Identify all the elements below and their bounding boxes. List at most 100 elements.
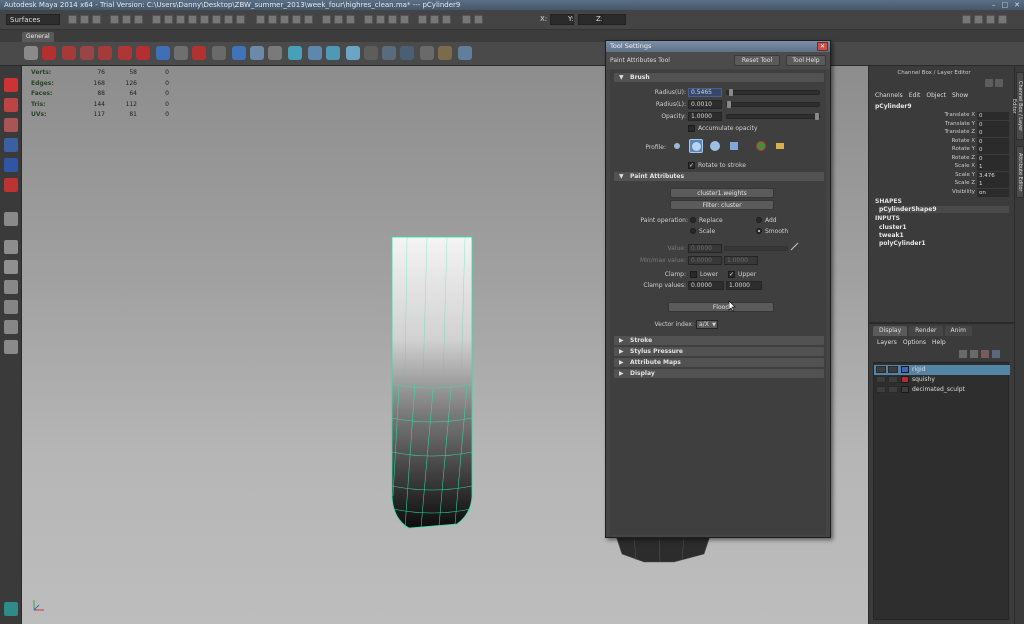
attr-value[interactable]: 0 xyxy=(977,129,1009,137)
rotate-to-stroke-checkbox[interactable]: ✓ xyxy=(688,162,695,169)
radius-l-field[interactable]: 0.0010 xyxy=(688,100,722,109)
shelf-tool-icon[interactable] xyxy=(268,46,282,60)
snap-point-icon[interactable] xyxy=(280,15,289,24)
close-icon[interactable]: ✕ xyxy=(1014,0,1020,10)
attr-value[interactable]: 0 xyxy=(977,146,1009,154)
pick-dynamics-icon[interactable] xyxy=(212,15,221,24)
playback-toggle[interactable] xyxy=(888,386,898,393)
channel-box-toggle-icon[interactable] xyxy=(985,79,993,87)
layout-two-icon[interactable] xyxy=(4,280,18,294)
brush-section-header[interactable]: ▼ Brush xyxy=(614,73,824,82)
smooth-radio[interactable] xyxy=(756,228,762,234)
shelf-tool-icon[interactable] xyxy=(438,46,452,60)
cylinder-mesh[interactable] xyxy=(387,234,477,534)
shelf-tool-icon[interactable] xyxy=(364,46,378,60)
tab-display[interactable]: Display xyxy=(873,326,908,336)
tool-settings-close-button[interactable]: ✕ xyxy=(817,42,828,51)
profile-soft-icon[interactable] xyxy=(689,139,703,153)
attr-value[interactable]: 1 xyxy=(977,163,1009,171)
snap-grid-icon[interactable] xyxy=(256,15,265,24)
menu-set-dropdown[interactable]: Surfaces xyxy=(6,14,60,25)
clamp-max-field[interactable]: 1.0000 xyxy=(726,281,762,290)
lasso-tool-icon[interactable] xyxy=(4,98,18,112)
pick-joint-icon[interactable] xyxy=(164,15,173,24)
attr-value[interactable]: 0 xyxy=(977,154,1009,163)
shelf-tool-icon[interactable] xyxy=(420,46,434,60)
attr-row[interactable]: Rotate X0 xyxy=(869,137,1009,147)
shelf-tool-icon[interactable] xyxy=(98,46,112,60)
layer-color-swatch[interactable] xyxy=(901,376,909,383)
profile-image-icon[interactable] xyxy=(754,139,768,153)
browse-folder-icon[interactable] xyxy=(773,139,787,153)
shelf-help-icon[interactable] xyxy=(42,46,56,60)
slider-thumb[interactable] xyxy=(727,101,731,108)
render-frame-icon[interactable] xyxy=(376,15,385,24)
rotate-tool-icon[interactable] xyxy=(4,158,18,172)
ipr-render-icon[interactable] xyxy=(388,15,397,24)
shelf-tab-general[interactable]: General xyxy=(22,32,54,42)
attribute-editor-side-tab[interactable]: Attribute Editor xyxy=(1016,146,1024,198)
attr-row[interactable]: Translate Y0 xyxy=(869,120,1009,130)
shelf-tool-icon[interactable] xyxy=(192,46,206,60)
stylus-pressure-section-header[interactable]: ▶ Stylus Pressure xyxy=(614,347,824,356)
shelf-tool-icon[interactable] xyxy=(250,46,264,60)
show-channel-box-icon[interactable] xyxy=(998,15,1007,24)
input-node[interactable]: cluster1 xyxy=(879,224,907,231)
replace-radio[interactable] xyxy=(690,217,696,223)
channel-box-layout-icon[interactable] xyxy=(995,79,1003,87)
radius-l-slider[interactable] xyxy=(726,101,820,108)
input-node[interactable]: polyCylinder1 xyxy=(879,240,926,247)
modeling-toolkit-icon[interactable] xyxy=(962,15,971,24)
layout-graph-icon[interactable] xyxy=(4,320,18,334)
snap-curve-icon[interactable] xyxy=(268,15,277,24)
attr-value[interactable]: 3.476 xyxy=(977,171,1009,180)
outliner-icon[interactable] xyxy=(442,15,451,24)
hypershade-icon[interactable] xyxy=(418,15,427,24)
attr-value[interactable]: 1 xyxy=(977,180,1009,188)
pick-surface-icon[interactable] xyxy=(188,15,197,24)
opacity-field[interactable]: 1.0000 xyxy=(688,112,722,121)
attr-row[interactable]: Translate X0 xyxy=(869,112,1009,121)
clamp-lower-checkbox[interactable] xyxy=(690,271,697,278)
select-object-icon[interactable] xyxy=(122,15,131,24)
layer-color-swatch[interactable] xyxy=(901,386,909,393)
new-layer-icon[interactable] xyxy=(981,350,989,358)
vector-index-dropdown[interactable]: a/X ▼ xyxy=(696,320,718,329)
playback-toggle[interactable] xyxy=(888,376,898,383)
layout-single-icon[interactable] xyxy=(4,212,18,226)
profile-gaussian-icon[interactable] xyxy=(670,139,684,153)
filter-button[interactable]: Filter: cluster xyxy=(670,200,774,210)
select-hierarchy-icon[interactable] xyxy=(110,15,119,24)
shelf-tool-icon[interactable] xyxy=(400,46,414,60)
layer-row-squishy[interactable]: squishy xyxy=(874,375,1010,385)
shelf-tool-icon[interactable] xyxy=(156,46,170,60)
snap-plane-icon[interactable] xyxy=(292,15,301,24)
visibility-toggle[interactable] xyxy=(876,376,886,383)
slider-thumb[interactable] xyxy=(729,89,733,96)
open-scene-icon[interactable] xyxy=(80,15,89,24)
move-layer-down-icon[interactable] xyxy=(970,350,978,358)
shape-node[interactable]: pCylinderShape9 xyxy=(879,206,1009,213)
selected-object-name[interactable]: pCylinder9 xyxy=(875,103,912,110)
menu-channels[interactable]: Channels xyxy=(875,92,903,99)
layer-color-swatch[interactable] xyxy=(901,366,909,373)
menu-layers[interactable]: Layers xyxy=(877,339,897,346)
attr-value[interactable]: 0 xyxy=(977,112,1009,120)
render-view-icon[interactable] xyxy=(364,15,373,24)
menu-object[interactable]: Object xyxy=(926,92,946,99)
shelf-tool-icon[interactable] xyxy=(288,46,302,60)
visibility-toggle[interactable] xyxy=(876,366,886,373)
shelf-tool-icon[interactable] xyxy=(326,46,340,60)
attr-row[interactable]: Rotate Y0 xyxy=(869,146,1009,155)
attr-value[interactable]: 0 xyxy=(977,137,1009,146)
layout-four-icon[interactable] xyxy=(4,260,18,274)
shelf-tool-icon[interactable] xyxy=(308,46,322,60)
pick-render-icon[interactable] xyxy=(224,15,233,24)
new-scene-icon[interactable] xyxy=(68,15,77,24)
input-node[interactable]: tweak1 xyxy=(879,232,904,239)
maximize-icon[interactable]: □ xyxy=(1002,0,1009,10)
pick-curve-icon[interactable] xyxy=(176,15,185,24)
pick-deformer-icon[interactable] xyxy=(200,15,209,24)
reset-tool-button[interactable]: Reset Tool xyxy=(734,55,780,66)
attr-value[interactable]: 0 xyxy=(977,120,1009,129)
